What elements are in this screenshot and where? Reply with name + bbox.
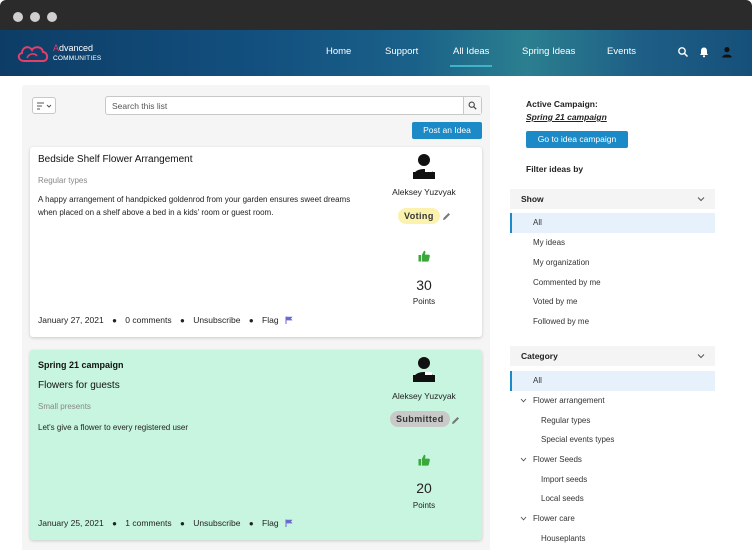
flag-link[interactable]: Flag xyxy=(262,518,279,528)
chevron-down-icon[interactable] xyxy=(520,397,527,404)
separator-dot: ● xyxy=(179,519,185,528)
show-option-voted[interactable]: Voted by me xyxy=(533,297,577,306)
chevron-down-icon xyxy=(697,354,705,359)
idea-type: Small presents xyxy=(38,402,91,411)
category-item-special-events-types[interactable]: Special events types xyxy=(541,435,614,444)
logo-subtitle: COMMUNITIES xyxy=(53,55,102,62)
idea-card-campaign: Spring 21 campaign Flowers for guests Sm… xyxy=(30,350,482,540)
sort-button[interactable] xyxy=(32,97,56,114)
cloud-logo-icon[interactable] xyxy=(15,41,51,65)
idea-date: January 25, 2021 xyxy=(38,518,104,528)
idea-meta: January 27, 2021 ● 0 comments ● Unsubscr… xyxy=(38,315,293,325)
user-avatar-icon[interactable] xyxy=(721,46,733,58)
idea-description: Let's give a flower to every registered … xyxy=(38,423,189,432)
edit-pencil-icon[interactable] xyxy=(451,416,460,425)
idea-title[interactable]: Bedside Shelf Flower Arrangement xyxy=(38,154,193,165)
window-maximize-dot[interactable] xyxy=(47,12,57,22)
category-item-flower-care[interactable]: Flower care xyxy=(533,514,575,523)
window-close-dot[interactable] xyxy=(13,12,23,22)
flag-icon[interactable] xyxy=(285,316,293,324)
flag-icon[interactable] xyxy=(285,519,293,527)
status-badge: Submitted xyxy=(390,411,450,427)
nav-all-ideas[interactable]: All Ideas xyxy=(449,46,493,67)
separator-dot: ● xyxy=(179,316,185,325)
show-option-my-ideas[interactable]: My ideas xyxy=(533,238,565,247)
nav-support[interactable]: Support xyxy=(385,46,418,57)
post-idea-button[interactable]: Post an Idea xyxy=(412,122,482,139)
nav-spring-ideas[interactable]: Spring Ideas xyxy=(522,46,575,57)
points-label: Points xyxy=(412,501,436,510)
idea-description: A happy arrangement of handpicked golden… xyxy=(38,195,351,217)
flag-link[interactable]: Flag xyxy=(262,315,279,325)
separator-dot: ● xyxy=(112,519,117,528)
author-avatar-icon[interactable] xyxy=(411,356,437,384)
active-campaign-label: Active Campaign: xyxy=(526,99,598,109)
author-name[interactable]: Aleksey Yuzvyak xyxy=(370,187,478,197)
unsubscribe-link[interactable]: Unsubscribe xyxy=(193,518,240,528)
go-to-campaign-button[interactable]: Go to idea campaign xyxy=(526,131,628,148)
search-input[interactable] xyxy=(112,99,462,112)
category-item-houseplants[interactable]: Houseplants xyxy=(541,534,585,543)
idea-date: January 27, 2021 xyxy=(38,315,104,325)
category-item-all[interactable]: All xyxy=(533,376,542,385)
chevron-down-icon[interactable] xyxy=(520,515,527,522)
idea-card: Bedside Shelf Flower Arrangement Regular… xyxy=(30,147,482,337)
show-filter-title: Show xyxy=(521,194,544,204)
author-name[interactable]: Aleksey Yuzvyak xyxy=(370,391,478,401)
show-option-my-organization[interactable]: My organization xyxy=(533,258,589,267)
thumbs-up-icon[interactable] xyxy=(418,454,430,466)
idea-campaign-name[interactable]: Spring 21 campaign xyxy=(38,360,124,370)
show-option-all[interactable]: All xyxy=(533,218,542,227)
show-option-commented[interactable]: Commented by me xyxy=(533,278,601,287)
edit-pencil-icon[interactable] xyxy=(442,212,451,221)
points-label: Points xyxy=(412,297,436,306)
author-avatar-icon[interactable] xyxy=(411,153,437,181)
chevron-down-icon xyxy=(697,197,705,202)
logo-title: dvanced xyxy=(59,43,94,53)
nav-home[interactable]: Home xyxy=(326,46,351,57)
category-filter-header[interactable]: Category xyxy=(510,346,715,366)
points-count: 30 xyxy=(416,277,432,293)
active-campaign-link[interactable]: Spring 21 campaign xyxy=(526,112,607,122)
site-header: Advanced COMMUNITIES Home Support All Id… xyxy=(0,30,752,76)
idea-title[interactable]: Flowers for guests xyxy=(38,380,120,391)
unsubscribe-link[interactable]: Unsubscribe xyxy=(193,315,240,325)
separator-dot: ● xyxy=(248,316,254,325)
points-count: 20 xyxy=(416,480,432,496)
search-field xyxy=(105,96,482,115)
window-titlebar xyxy=(0,0,752,30)
category-item-regular-types[interactable]: Regular types xyxy=(541,416,590,425)
separator-dot: ● xyxy=(248,519,254,528)
category-item-local-seeds[interactable]: Local seeds xyxy=(541,494,584,503)
thumbs-up-icon[interactable] xyxy=(418,250,430,262)
idea-type: Regular types xyxy=(38,176,88,185)
idea-meta: January 25, 2021 ● 1 comments ● Unsubscr… xyxy=(38,518,293,528)
category-item-flower-arrangement[interactable]: Flower arrangement xyxy=(533,396,605,405)
show-filter-header[interactable]: Show xyxy=(510,189,715,209)
logo-wordmark[interactable]: Advanced COMMUNITIES xyxy=(53,44,101,63)
comments-link[interactable]: 1 comments xyxy=(125,518,171,528)
category-item-flower-seeds[interactable]: Flower Seeds xyxy=(533,455,582,464)
search-button[interactable] xyxy=(463,97,481,114)
bell-icon[interactable] xyxy=(698,46,710,58)
separator-dot: ● xyxy=(112,316,117,325)
category-filter-title: Category xyxy=(521,351,558,361)
sort-icon xyxy=(37,102,52,110)
show-option-followed[interactable]: Followed by me xyxy=(533,317,589,326)
chevron-down-icon[interactable] xyxy=(520,456,527,463)
filter-heading: Filter ideas by xyxy=(526,164,584,174)
status-badge: Voting xyxy=(398,208,440,224)
category-item-import-seeds[interactable]: Import seeds xyxy=(541,475,587,484)
window-minimize-dot[interactable] xyxy=(30,12,40,22)
comments-link[interactable]: 0 comments xyxy=(125,315,171,325)
nav-events[interactable]: Events xyxy=(607,46,636,57)
search-icon xyxy=(468,101,477,110)
search-icon[interactable] xyxy=(677,46,689,58)
